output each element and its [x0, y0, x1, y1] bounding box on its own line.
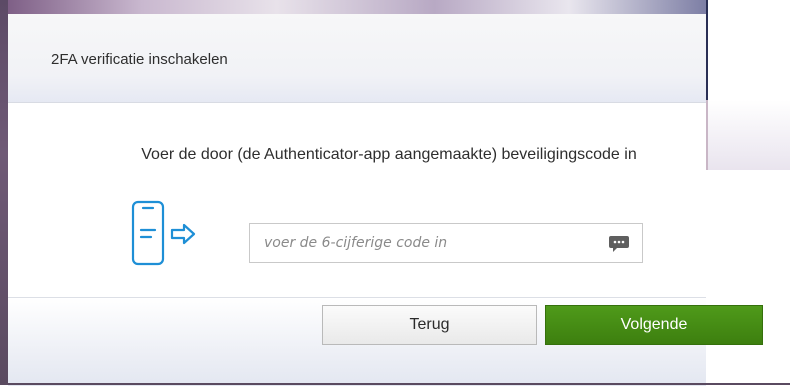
back-button[interactable]: Terug — [322, 305, 537, 345]
sms-message-icon[interactable] — [608, 234, 630, 254]
phone-arrow-icon — [131, 200, 196, 266]
verification-code-input[interactable] — [250, 224, 600, 262]
window-top-gradient — [0, 0, 790, 14]
window-left-edge — [0, 0, 8, 385]
instruction-text: Voer de door (de Authenticator-app aange… — [141, 146, 637, 163]
dialog-header: 2FA verificatie inschakelen — [8, 14, 706, 103]
dialog-title: 2FA verificatie inschakelen — [51, 51, 228, 68]
instruction-row: Voer de door (de Authenticator-app aange… — [8, 146, 706, 164]
background-window-bottom — [706, 100, 790, 170]
next-button[interactable]: Volgende — [545, 305, 763, 345]
code-input-box — [249, 223, 643, 263]
